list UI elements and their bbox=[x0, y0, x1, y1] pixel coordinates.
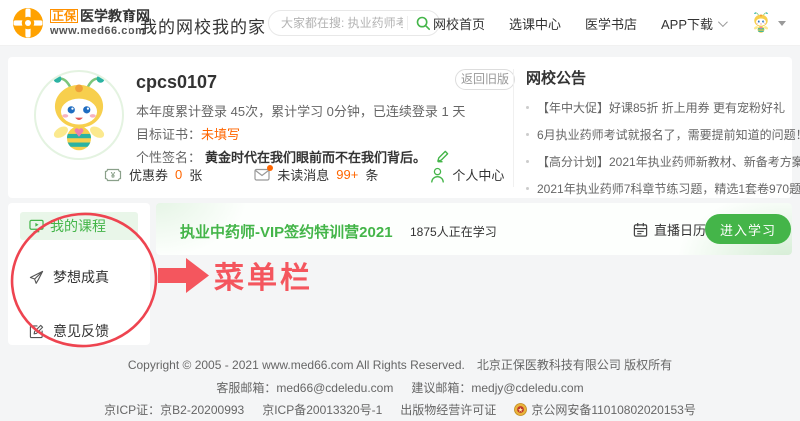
sidebar-menu: 我的课程 梦想成真 意见反馈 bbox=[8, 203, 150, 345]
message-count: 99+ bbox=[336, 167, 358, 182]
edit-signature-icon[interactable] bbox=[436, 150, 449, 163]
coupon-count: 0 bbox=[175, 167, 182, 182]
brand-name-highlight: 正保 bbox=[50, 9, 78, 23]
user-avatar-menu[interactable] bbox=[749, 11, 786, 35]
search-separator bbox=[407, 16, 408, 30]
nav-home[interactable]: 网校首页 bbox=[433, 14, 485, 33]
target-certificate-row: 目标证书：未填写 bbox=[136, 124, 240, 143]
feedback-icon bbox=[29, 324, 44, 339]
coupon-icon: ¥ bbox=[104, 168, 122, 182]
nav-bookstore[interactable]: 医学书店 bbox=[585, 14, 637, 33]
caret-down-icon bbox=[778, 21, 786, 26]
header-divider bbox=[128, 12, 129, 34]
announcements-title[interactable]: 网校公告 bbox=[526, 67, 784, 88]
nav-course-select[interactable]: 选课中心 bbox=[509, 14, 561, 33]
messages-link[interactable]: 未读消息 99+ 条 bbox=[254, 165, 378, 184]
brand-logo[interactable]: 正保 医学教育网 www.med66.com bbox=[12, 7, 150, 39]
back-to-old-version-button[interactable]: 返回旧版 bbox=[455, 69, 515, 90]
bullet-dot bbox=[526, 187, 529, 190]
nav-app-download[interactable]: APP下载 bbox=[661, 14, 725, 33]
security-record-link[interactable]: 京公网安备11010802020153号 bbox=[514, 401, 696, 418]
course-banner: 执业中药师-VIP签约特训营2021 1875人正在学习 直播日历 进入学习 bbox=[156, 203, 792, 255]
top-header: 正保 医学教育网 www.med66.com 我的网校我的家 网校首页 选课中心… bbox=[0, 0, 800, 46]
avatar[interactable] bbox=[34, 70, 124, 160]
sidebar-item-dream-come-true[interactable]: 梦想成真 bbox=[29, 267, 109, 287]
live-calendar-link[interactable]: 直播日历 bbox=[633, 220, 706, 239]
svg-text:¥: ¥ bbox=[111, 171, 116, 180]
learners-count: 1875人正在学习 bbox=[410, 223, 497, 240]
announcement-item[interactable]: 【高分计划】2021年执业药师新教材、新备考方案！ bbox=[526, 148, 784, 175]
unread-dot bbox=[267, 165, 273, 171]
footer-licenses: 京ICP证：京B2-20200993 京ICP备20013320号-1 出版物经… bbox=[0, 401, 800, 418]
quick-links-row: ¥ 优惠券 0 张 未读消息 99+ 条 个人中心 bbox=[104, 165, 504, 184]
search-box[interactable] bbox=[268, 10, 440, 36]
menu-annotation-label: 菜单栏 bbox=[214, 253, 313, 297]
avatar[interactable] bbox=[749, 11, 773, 35]
bullet-dot bbox=[526, 133, 529, 136]
target-certificate-value[interactable]: 未填写 bbox=[201, 127, 240, 142]
search-input[interactable] bbox=[281, 16, 403, 30]
paper-plane-icon bbox=[29, 270, 44, 285]
profile-center-link[interactable]: 个人中心 bbox=[430, 165, 504, 184]
signature-row: 个性签名：黄金时代在我们眼前而不在我们背后。 bbox=[136, 147, 449, 166]
bullet-dot bbox=[526, 106, 529, 109]
sidebar-item-my-courses[interactable]: 我的课程 bbox=[20, 212, 138, 240]
footer-contacts: 客服邮箱：med66@cdeledu.com建议邮箱：medjy@cdeledu… bbox=[0, 379, 800, 396]
announcement-item[interactable]: 【年中大促】好课85折 折上用券 更有宠粉好礼 bbox=[526, 94, 784, 121]
announcement-item[interactable]: 2021年执业药师7科章节练习题，精选1套卷970题！ bbox=[526, 175, 784, 202]
signature-text: 黄金时代在我们眼前而不在我们背后。 bbox=[205, 147, 426, 166]
icp-cert[interactable]: 京ICP证：京B2-20200993 bbox=[104, 401, 244, 418]
icp-record[interactable]: 京ICP备20013320号-1 bbox=[262, 401, 382, 418]
bullet-dot bbox=[526, 160, 529, 163]
service-email-link[interactable]: med66@cdeledu.com bbox=[276, 381, 393, 395]
login-stats: 本年度累计登录 45次，累计学习 0分钟，已连续登录 1 天 bbox=[136, 101, 465, 120]
person-icon bbox=[430, 167, 445, 183]
my-courses-icon bbox=[29, 219, 44, 233]
card-divider bbox=[513, 69, 514, 187]
user-profile-card: cpcs0107 本年度累计登录 45次，累计学习 0分钟，已连续登录 1 天 … bbox=[8, 57, 792, 198]
course-title[interactable]: 执业中药师-VIP签约特训营2021 bbox=[180, 221, 393, 242]
announcements-panel: 网校公告 【年中大促】好课85折 折上用券 更有宠粉好礼 6月执业药师考试就报名… bbox=[526, 67, 784, 202]
suggest-email-link[interactable]: medjy@cdeledu.com bbox=[471, 381, 583, 395]
sidebar-item-feedback[interactable]: 意见反馈 bbox=[29, 321, 109, 341]
page-title: 我的网校我的家 bbox=[140, 13, 266, 38]
publication-license[interactable]: 出版物经营许可证 bbox=[400, 401, 496, 418]
chevron-down-icon bbox=[718, 17, 728, 27]
med66-logo-icon bbox=[12, 7, 44, 39]
username: cpcs0107 bbox=[136, 72, 217, 93]
calendar-icon bbox=[633, 222, 648, 238]
annotation-arrow-icon bbox=[158, 258, 209, 293]
coupons-link[interactable]: ¥ 优惠券 0 张 bbox=[104, 165, 202, 184]
brand-domain: www.med66.com bbox=[50, 26, 150, 37]
police-badge-icon bbox=[514, 403, 527, 416]
search-icon[interactable] bbox=[415, 15, 431, 31]
enter-learning-button[interactable]: 进入学习 bbox=[705, 214, 791, 244]
footer-copyright: Copyright © 2005 - 2021 www.med66.com Al… bbox=[0, 356, 800, 373]
main-nav: 网校首页 选课中心 医学书店 APP下载 bbox=[433, 0, 786, 46]
announcement-item[interactable]: 6月执业药师考试就报名了，需要提前知道的问题！ bbox=[526, 121, 784, 148]
